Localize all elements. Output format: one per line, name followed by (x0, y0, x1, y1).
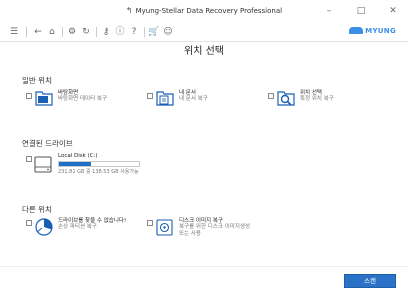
maximize-button[interactable]: □ (350, 3, 372, 19)
documents-folder-icon (156, 91, 174, 106)
recovery-history-icon[interactable]: ↻ (80, 25, 92, 39)
desktop-desc: 바탕화면 데이터 복구 (58, 96, 108, 102)
app-window: ↰ Myung-Stellar Data Recovery Professiona… (0, 0, 408, 306)
desktop-title: 바탕화면 (58, 90, 79, 96)
partition-pie-icon (35, 218, 53, 236)
lost-partition-title: 드라이브를 찾을 수 없습니다! (58, 218, 127, 224)
info-icon[interactable]: ⓘ (114, 25, 126, 39)
drive-usage-bar (58, 161, 140, 167)
section-title-drives: 연결된 드라이브 (22, 139, 73, 148)
settings-gear-icon[interactable]: ⚙ (66, 25, 78, 39)
minimize-button[interactable]: – (318, 3, 340, 19)
logo-mark-icon (349, 27, 364, 34)
drive-desc: 231.81 GB 중 138.53 GB 사용가능 (58, 169, 139, 175)
toolbar: ☰ ← ⌂ ⚙ ↻ ⚷ ⓘ ? 🛒 ☺ MYUNG (0, 22, 408, 42)
page-title: 위치 선택 (184, 46, 224, 57)
desktop-folder-icon (35, 91, 53, 106)
drive-usage-fill (59, 162, 91, 166)
help-icon[interactable]: ? (128, 25, 140, 39)
disk-image-desc-line2: 또는 사용 (179, 231, 201, 237)
documents-desc: 내 문서 복구 (179, 96, 208, 102)
drive-checkbox[interactable] (26, 156, 32, 162)
footer-divider (0, 266, 408, 267)
folder-search-icon (277, 91, 295, 106)
back-arrow-icon: ↰ (125, 6, 133, 15)
cart-icon[interactable]: 🛒 (148, 25, 160, 39)
close-button[interactable]: ✕ (382, 3, 404, 19)
lost-partition-checkbox[interactable] (26, 220, 32, 226)
toolbar-divider (62, 27, 63, 37)
toolbar-divider (96, 27, 97, 37)
home-icon[interactable]: ⌂ (46, 25, 58, 39)
feedback-smile-icon[interactable]: ☺ (162, 25, 174, 39)
activation-key-icon[interactable]: ⚷ (100, 25, 112, 39)
choose-location-checkbox[interactable] (268, 93, 274, 99)
documents-title: 내 문서 (179, 90, 196, 96)
desktop-checkbox[interactable] (26, 93, 32, 99)
scan-button[interactable]: 스캔 (344, 274, 396, 288)
documents-checkbox[interactable] (147, 93, 153, 99)
toolbar-divider (26, 27, 27, 37)
section-title-general: 일반 위치 (22, 76, 52, 85)
choose-location-desc: 특정 위치 복구 (300, 96, 334, 102)
drive-title: Local Disk (C:) (58, 153, 98, 159)
app-title-text: Myung-Stellar Data Recovery Professional (135, 7, 283, 15)
disk-image-title: 디스크 이미지 복구 (179, 218, 223, 224)
hard-drive-icon (34, 156, 52, 173)
lost-partition-desc: 손상 파티션 복구 (58, 224, 97, 230)
title-bar: ↰ Myung-Stellar Data Recovery Professiona… (0, 0, 408, 22)
disk-image-desc-line1: 복구를 위한 디스크 이미지생성 (179, 224, 251, 230)
choose-location-title: 위치 선택 (300, 90, 322, 96)
logo-text: MYUNG (365, 27, 396, 35)
disk-image-icon (156, 219, 173, 236)
section-title-other: 다른 위치 (22, 205, 52, 214)
brand-logo: MYUNG (349, 27, 396, 35)
window-title: ↰ Myung-Stellar Data Recovery Professiona… (0, 6, 408, 15)
disk-image-checkbox[interactable] (147, 220, 153, 226)
back-icon[interactable]: ← (32, 25, 44, 39)
toolbar-divider (144, 27, 145, 37)
hamburger-menu-icon[interactable]: ☰ (8, 25, 20, 39)
